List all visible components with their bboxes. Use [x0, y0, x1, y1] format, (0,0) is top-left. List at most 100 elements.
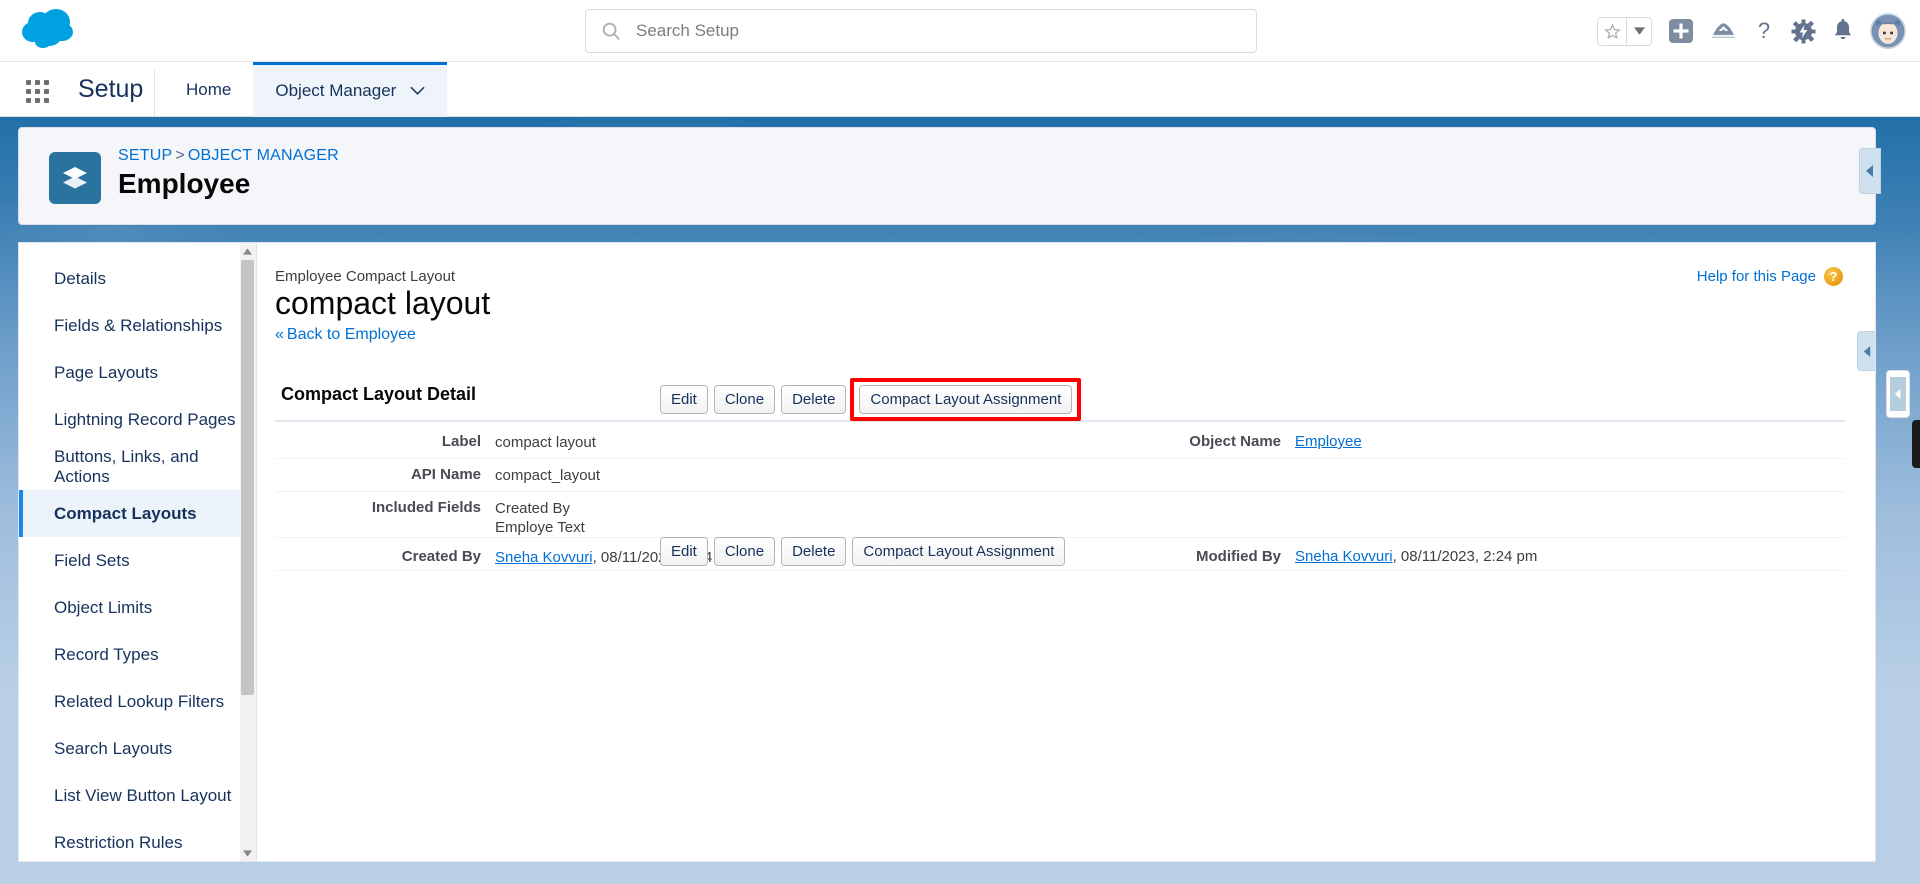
sidebar-item-compact-layouts[interactable]: Compact Layouts: [19, 490, 256, 537]
page-header: SETUP > OBJECT MANAGER Employee: [18, 127, 1881, 225]
user-avatar[interactable]: [1870, 13, 1906, 49]
favorites-star-icon[interactable]: [1598, 17, 1627, 45]
compact-layout-assignment-button-bottom[interactable]: Compact Layout Assignment: [852, 537, 1066, 566]
sidebar-item-details[interactable]: Details: [19, 255, 256, 302]
modified-by-timestamp: , 08/11/2023, 2:24 pm: [1392, 548, 1538, 565]
action-buttons-bottom: Edit Clone Delete Compact Layout Assignm…: [660, 537, 1066, 566]
edit-button-bottom[interactable]: Edit: [660, 537, 708, 566]
tab-home-label: Home: [186, 79, 232, 99]
field-value: Created By Employe Text: [495, 499, 1055, 537]
edit-button-top[interactable]: Edit: [660, 385, 708, 414]
right-panel-collapse-handle[interactable]: [1886, 370, 1910, 418]
field-label: Object Name: [1189, 433, 1281, 450]
back-to-employee-link[interactable]: «Back to Employee: [275, 326, 416, 344]
field-label: Created By: [401, 548, 481, 565]
page-title: Employee: [118, 168, 251, 199]
field-value: compact_layout: [495, 467, 601, 484]
sidebar-scrollbar[interactable]: [240, 242, 257, 862]
screen-edge-tab: [1912, 420, 1920, 468]
sidebar-item-list-view-button-layout[interactable]: List View Button Layout: [19, 772, 256, 819]
favorites-control[interactable]: [1597, 16, 1652, 46]
field-label: Modified By: [1196, 548, 1281, 565]
sidebar-item-search-layouts[interactable]: Search Layouts: [19, 725, 256, 772]
object-manager-sidebar: Details Fields & Relationships Page Layo…: [18, 242, 256, 862]
sidebar-item-object-limits[interactable]: Object Limits: [19, 584, 256, 631]
clone-button-top[interactable]: Clone: [713, 385, 776, 414]
created-by-user-link[interactable]: Sneha Kovvuri: [495, 549, 593, 566]
sidebar-item-buttons-links-actions[interactable]: Buttons, Links, and Actions: [19, 443, 256, 490]
field-label: Label: [441, 433, 481, 450]
chevron-down-icon[interactable]: [410, 86, 425, 96]
section-header: Compact Layout Detail Edit Clone Delete …: [275, 378, 1845, 422]
salesforce-cloud-logo[interactable]: [16, 6, 88, 54]
sidebar-item-label: List View Button Layout: [54, 785, 232, 805]
header-icon-group: ?: [1597, 0, 1906, 62]
sidebar-item-restriction-rules[interactable]: Restriction Rules: [19, 819, 256, 861]
compact-layout-assignment-button-top[interactable]: Compact Layout Assignment: [859, 385, 1073, 414]
guillemet-icon: «: [275, 326, 284, 343]
sidebar-item-label: Search Layouts: [54, 738, 173, 758]
svg-text:?: ?: [1758, 18, 1770, 43]
back-link-label: Back to Employee: [286, 326, 416, 343]
modified-by-user-link[interactable]: Sneha Kovvuri: [1295, 548, 1393, 565]
table-row: Label compact layout Object Name Employe…: [275, 426, 1845, 459]
help-for-this-page-link[interactable]: Help for this Page ?: [1697, 267, 1843, 286]
setup-tabs: Home Object Manager: [164, 62, 448, 117]
sidebar-item-fields-relationships[interactable]: Fields & Relationships: [19, 302, 256, 349]
sidebar-item-label: Related Lookup Filters: [54, 691, 225, 711]
action-buttons-top: Edit Clone Delete Compact Layout Assignm…: [660, 378, 1082, 421]
compact-layout-assignment-highlight: Compact Layout Assignment: [850, 378, 1082, 421]
einstein-icon[interactable]: [1710, 19, 1737, 43]
object-name-link[interactable]: Employee: [1295, 433, 1362, 450]
setup-label: Setup: [78, 75, 144, 103]
app-launcher-icon[interactable]: [22, 76, 52, 106]
chevron-left-icon: [1890, 377, 1906, 411]
add-icon[interactable]: [1668, 18, 1694, 44]
compact-layout-detail-panel: Help for this Page ? Employee Compact La…: [257, 242, 1876, 862]
help-question-icon[interactable]: ?: [1824, 267, 1843, 286]
breadcrumb-setup[interactable]: SETUP: [118, 147, 172, 164]
section-title: Compact Layout Detail: [281, 384, 477, 404]
scroll-up-arrow[interactable]: [240, 243, 255, 259]
favorites-dropdown-icon[interactable]: [1627, 17, 1651, 45]
tab-object-manager-label: Object Manager: [275, 81, 397, 100]
record-title: compact layout: [275, 285, 491, 321]
search-box[interactable]: [585, 9, 1257, 53]
sidebar-item-label: Page Layouts: [54, 362, 158, 382]
tab-home[interactable]: Home: [164, 62, 253, 117]
breadcrumb-object-manager[interactable]: OBJECT MANAGER: [188, 147, 339, 164]
record-kicker: Employee Compact Layout: [275, 268, 456, 285]
global-search[interactable]: [585, 9, 1257, 53]
included-field-1: Created By: [495, 500, 571, 517]
scroll-down-arrow[interactable]: [240, 845, 255, 861]
delete-button-bottom[interactable]: Delete: [781, 537, 847, 566]
search-input[interactable]: [636, 21, 1196, 41]
help-icon[interactable]: ?: [1753, 18, 1775, 44]
setup-gear-icon[interactable]: [1791, 18, 1816, 44]
scrollbar-thumb[interactable]: [241, 260, 254, 695]
field-value: Sneha Kovvuri, 08/11/2023, 2:24 pm: [1295, 548, 1537, 565]
sidebar-item-label: Lightning Record Pages: [54, 409, 236, 429]
field-label: API Name: [410, 466, 481, 483]
search-icon: [602, 22, 620, 40]
sidebar-item-related-lookup-filters[interactable]: Related Lookup Filters: [19, 678, 256, 725]
help-link-label: Help for this Page: [1696, 268, 1816, 285]
setup-nav-bar: Setup Home Object Manager: [0, 62, 1920, 117]
sidebar-item-page-layouts[interactable]: Page Layouts: [19, 349, 256, 396]
sidebar-item-record-types[interactable]: Record Types: [19, 631, 256, 678]
notifications-bell-icon[interactable]: [1832, 18, 1854, 44]
field-value: Employee: [1295, 433, 1362, 450]
clone-button-bottom[interactable]: Clone: [713, 537, 776, 566]
breadcrumb-separator: >: [175, 147, 185, 164]
page-header-collapse-icon[interactable]: [1859, 148, 1881, 194]
content-collapse-icon[interactable]: [1857, 331, 1875, 371]
sidebar-list: Details Fields & Relationships Page Layo…: [19, 243, 256, 861]
tab-object-manager[interactable]: Object Manager: [253, 62, 448, 117]
sidebar-item-lightning-record-pages[interactable]: Lightning Record Pages: [19, 396, 256, 443]
sidebar-item-label: Fields & Relationships: [54, 315, 223, 335]
sidebar-item-field-sets[interactable]: Field Sets: [19, 537, 256, 584]
delete-button-top[interactable]: Delete: [781, 385, 847, 414]
sidebar-item-label: Field Sets: [54, 550, 130, 570]
field-value: compact layout: [495, 434, 596, 451]
sidebar-item-label: Compact Layouts: [54, 503, 197, 523]
